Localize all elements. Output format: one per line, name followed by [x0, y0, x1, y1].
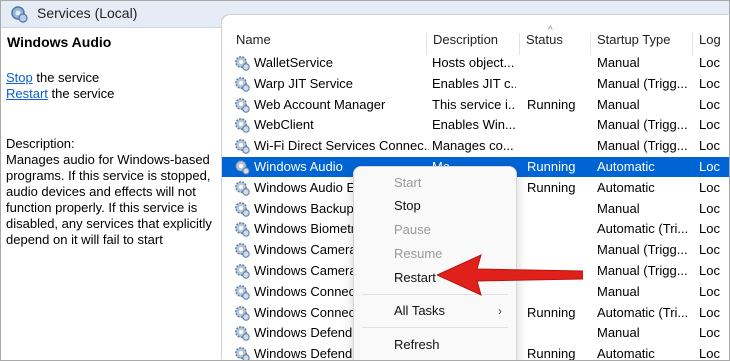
restart-service-link[interactable]: Restart — [6, 86, 48, 101]
selected-service-name: Windows Audio — [7, 34, 112, 50]
service-log-on-cell: Loc — [699, 325, 720, 341]
table-row[interactable]: Wi-Fi Direct Services Connec... Manages c… — [222, 136, 729, 156]
service-gear-icon — [235, 264, 250, 279]
service-log-on-cell: Loc — [699, 263, 720, 278]
service-description-cell: Enables JIT c... — [432, 75, 516, 91]
stop-action: Stop the service — [6, 70, 99, 86]
service-gear-icon — [235, 305, 250, 321]
description-label: Description: — [6, 136, 75, 151]
column-header-description[interactable]: Description — [426, 33, 498, 55]
context-menu-item-refresh[interactable]: Refresh — [354, 333, 516, 357]
column-header-name[interactable]: Name — [236, 33, 271, 55]
service-gear-icon — [235, 201, 250, 217]
service-gear-icon — [235, 76, 250, 92]
stop-service-link[interactable]: Stop — [6, 70, 33, 85]
service-status-cell: Running — [527, 96, 576, 112]
window-title: Services (Local) — [37, 5, 138, 21]
context-menu-item-label: Refresh — [394, 337, 440, 352]
table-row[interactable]: WebClient Enables Win... Manual (Trigg... L… — [222, 115, 729, 135]
service-log-on-cell: Loc — [699, 55, 720, 70]
stop-action-suffix: the service — [32, 70, 100, 85]
service-log-on-cell: Loc — [699, 138, 720, 154]
service-startup-type-cell: Manual (Trigg... — [597, 263, 688, 278]
service-name-cell: Warp JIT Service — [254, 75, 353, 91]
service-gear-icon — [235, 347, 250, 360]
submenu-chevron-icon: › — [498, 304, 502, 318]
restart-action-suffix: the service — [47, 86, 115, 101]
service-log-on-cell: Loc — [699, 221, 720, 237]
context-menu-separator — [362, 327, 508, 328]
service-gear-icon — [235, 160, 250, 175]
description-text: Manages audio for Windows-based programs… — [6, 152, 212, 247]
service-startup-type-cell: Manual — [597, 200, 640, 216]
red-arrow-annotation — [437, 254, 583, 296]
service-gear-icon — [235, 284, 250, 300]
service-name-cell: WebClient — [254, 117, 314, 133]
service-gear-icon — [235, 97, 250, 113]
service-startup-type-cell: Manual — [597, 325, 640, 341]
service-gear-icon — [235, 222, 250, 238]
service-startup-type-cell: Automatic — [597, 159, 655, 174]
service-status-cell: Running — [527, 159, 576, 174]
table-row[interactable]: Warp JIT Service Enables JIT c... Manual (… — [222, 74, 729, 94]
service-status-cell: Running — [527, 346, 576, 361]
service-gear-icon — [235, 139, 250, 154]
service-log-on-cell: Loc — [699, 283, 720, 299]
context-menu-item-pause[interactable]: Pause — [354, 218, 516, 242]
service-gear-icon — [235, 326, 250, 342]
context-menu-item-start[interactable]: Start — [354, 171, 516, 195]
context-menu-item-label: Restart — [394, 270, 436, 285]
table-row[interactable]: Web Account Manager This service i... Runn… — [222, 95, 729, 115]
service-description-cell: Manages co... — [432, 138, 514, 154]
service-name-cell: WalletService — [254, 55, 333, 70]
service-startup-type-cell: Manual — [597, 55, 640, 70]
service-gear-icon — [235, 56, 250, 71]
service-startup-type-cell: Manual (Trigg... — [597, 117, 688, 133]
service-startup-type-cell: Automatic (Tri... — [597, 304, 689, 320]
service-log-on-cell: Loc — [699, 179, 720, 195]
service-startup-type-cell: Manual (Trigg... — [597, 242, 688, 258]
context-menu-item-label: Resume — [394, 246, 443, 261]
service-log-on-cell: Loc — [699, 159, 720, 174]
service-log-on-cell: Loc — [699, 304, 720, 320]
service-description-cell: Hosts object... — [432, 55, 515, 70]
context-menu-item-label: Pause — [394, 222, 431, 237]
context-menu-item-label: Start — [394, 175, 422, 190]
column-header-log-on-as[interactable]: Log — [692, 33, 729, 55]
service-startup-type-cell: Manual — [597, 283, 640, 299]
service-startup-type-cell: Automatic (Tri... — [597, 221, 689, 237]
services-gear-icon — [11, 6, 28, 23]
service-status-cell: Running — [527, 304, 576, 320]
service-startup-type-cell: Manual (Trigg... — [597, 138, 688, 154]
service-status-cell: Running — [527, 179, 576, 195]
service-startup-type-cell: Manual (Trigg... — [597, 75, 688, 91]
service-gear-icon — [235, 243, 250, 258]
service-log-on-cell: Loc — [699, 200, 720, 216]
service-startup-type-cell: Automatic — [597, 346, 655, 361]
service-log-on-cell: Loc — [699, 242, 720, 258]
service-log-on-cell: Loc — [699, 75, 720, 91]
services-window: Services (Local) Windows Audio Stop the … — [0, 0, 730, 361]
service-description-cell: Enables Win... — [432, 117, 516, 133]
service-log-on-cell: Loc — [699, 117, 720, 133]
service-name-cell: Web Account Manager — [254, 96, 386, 112]
restart-action: Restart the service — [6, 86, 114, 102]
service-description-cell: This service i... — [432, 96, 516, 112]
context-menu-item-all-tasks[interactable]: All Tasks › — [354, 299, 516, 323]
context-menu-item-label: All Tasks — [394, 303, 446, 318]
column-header-startup-type[interactable]: Startup Type — [590, 33, 670, 55]
service-gear-icon — [235, 180, 250, 196]
context-menu-item-label: Stop — [394, 198, 421, 213]
service-gear-icon — [235, 118, 250, 134]
service-startup-type-cell: Manual — [597, 96, 640, 112]
service-startup-type-cell: Automatic — [597, 179, 655, 195]
service-log-on-cell: Loc — [699, 346, 720, 361]
column-header-status[interactable]: Status — [519, 33, 563, 55]
service-name-cell: Wi-Fi Direct Services Connec... — [254, 138, 429, 154]
table-row[interactable]: WalletService Hosts object... Manual Loc — [222, 53, 729, 73]
service-log-on-cell: Loc — [699, 96, 720, 112]
context-menu-item-stop[interactable]: Stop — [354, 194, 516, 218]
extended-pane: Windows Audio Stop the service Restart t… — [1, 28, 221, 360]
